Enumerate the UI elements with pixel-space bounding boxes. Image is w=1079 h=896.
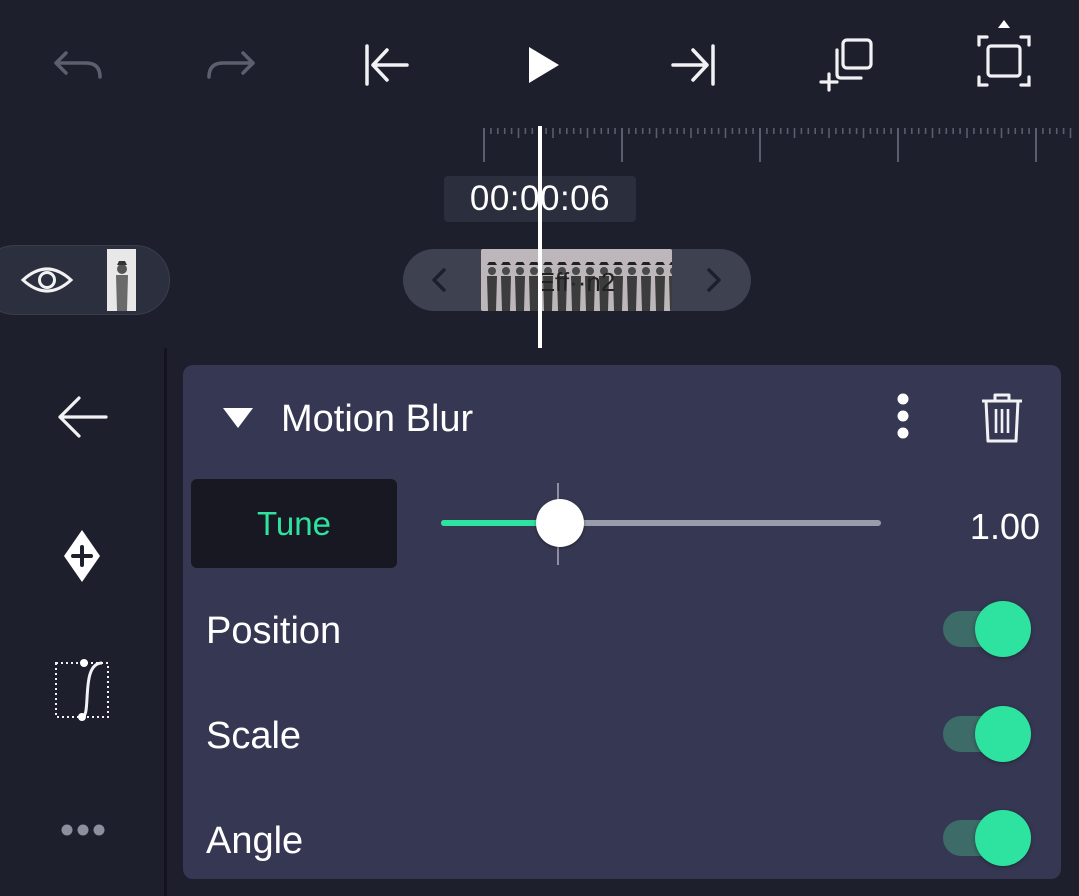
undo-button[interactable] — [43, 30, 113, 100]
skip-to-end-icon — [671, 44, 715, 86]
tune-button[interactable]: Tune — [191, 479, 397, 568]
skip-to-end-button[interactable] — [660, 30, 730, 100]
add-keyframe-icon — [64, 530, 100, 582]
tune-slider-thumb[interactable] — [535, 499, 584, 547]
undo-icon — [54, 51, 102, 79]
trash-icon — [982, 393, 1022, 443]
angle-toggle[interactable] — [943, 810, 1031, 866]
collapse-triangle-icon[interactable] — [221, 406, 255, 430]
kebab-menu-icon — [897, 393, 909, 439]
eye-icon[interactable] — [20, 264, 74, 296]
previous-clip-button[interactable] — [420, 260, 460, 300]
effect-clip[interactable]: Eff··n2 — [481, 249, 672, 311]
toggle-knob — [975, 706, 1031, 762]
easing-curve-button[interactable] — [52, 659, 112, 723]
timeline-ruler[interactable] — [480, 126, 1079, 176]
rail-divider — [164, 348, 167, 896]
delete-effect-button[interactable] — [978, 389, 1026, 445]
fullscreen-button[interactable] — [969, 10, 1039, 100]
chevron-left-icon — [432, 268, 446, 292]
clip-label: Eff··n2 — [537, 267, 616, 297]
fullscreen-icon — [977, 20, 1031, 87]
add-copy-icon — [819, 38, 873, 92]
position-toggle[interactable] — [943, 601, 1031, 657]
add-keyframe-button[interactable] — [62, 528, 102, 584]
effect-title: Motion Blur — [281, 398, 474, 440]
more-options-button[interactable] — [60, 820, 108, 840]
next-clip-button[interactable] — [693, 260, 733, 300]
easing-curve-icon — [55, 659, 109, 721]
position-label: Position — [206, 610, 342, 652]
track-thumbnail — [107, 249, 136, 311]
toggle-knob — [975, 601, 1031, 657]
redo-button[interactable] — [196, 30, 266, 100]
chevron-right-icon — [707, 268, 721, 292]
skip-to-start-icon — [365, 44, 409, 86]
more-icon — [61, 824, 105, 836]
skip-to-start-button[interactable] — [350, 30, 420, 100]
effect-menu-button[interactable] — [888, 392, 918, 442]
add-copy-button[interactable] — [813, 30, 883, 100]
back-button[interactable] — [55, 392, 111, 442]
scale-toggle[interactable] — [943, 706, 1031, 762]
redo-icon — [207, 51, 255, 79]
back-arrow-icon — [58, 396, 108, 438]
angle-label: Angle — [206, 820, 304, 862]
tune-value: 1.00 — [969, 506, 1040, 547]
playhead[interactable] — [538, 126, 542, 348]
toggle-knob — [975, 810, 1031, 866]
scale-label: Scale — [206, 715, 302, 757]
play-icon — [529, 47, 559, 83]
play-button[interactable] — [508, 30, 578, 100]
